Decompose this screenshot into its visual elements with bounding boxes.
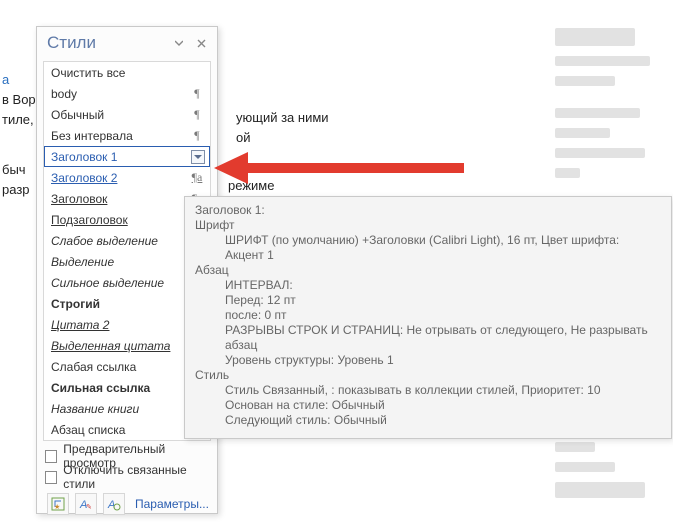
disable-linked-checkbox[interactable]: [45, 471, 57, 484]
disable-linked-checkbox-label: Отключить связанные стили: [63, 463, 211, 491]
styles-panel-footer: Предварительный просмотр Отключить связа…: [37, 443, 217, 521]
background-document-left: а в Вор тиле, быч разр: [0, 70, 40, 200]
new-style-button[interactable]: ★: [47, 493, 69, 515]
tooltip-line: Уровень структуры: Уровень 1: [195, 353, 661, 368]
style-item[interactable]: Обычный¶: [44, 104, 210, 125]
style-item-name: Заголовок: [51, 192, 189, 206]
options-link[interactable]: Параметры...: [131, 497, 209, 511]
style-item-name: body: [51, 87, 189, 101]
svg-text:A: A: [107, 499, 115, 511]
style-item-name: Обычный: [51, 108, 189, 122]
tooltip-line: ШРИФТ (по умолчанию) +Заголовки (Calibri…: [195, 233, 661, 263]
tooltip-line: Шрифт: [195, 218, 661, 233]
style-item-mark: ¶: [189, 86, 205, 101]
style-item-mark: ¶: [189, 128, 205, 143]
background-blur-bottom: [555, 442, 665, 508]
style-item-name: Строгий: [51, 297, 189, 311]
panel-dropdown-icon[interactable]: [171, 35, 187, 51]
style-item[interactable]: Заголовок 2¶a: [44, 167, 210, 188]
style-item-name: Цитата 2: [51, 318, 189, 332]
style-item-name: Выделенная цитата: [51, 339, 189, 353]
panel-close-icon[interactable]: [193, 35, 209, 51]
style-item-name: Заголовок 2: [51, 171, 189, 185]
style-item-name: Сильное выделение: [51, 276, 189, 290]
style-item[interactable]: body¶: [44, 83, 210, 104]
style-inspector-button[interactable]: A✎: [75, 493, 97, 515]
style-item-name: Очистить все: [51, 66, 189, 80]
tooltip-line: Стиль: [195, 368, 661, 383]
tooltip-line: Абзац: [195, 263, 661, 278]
style-item-dropdown-icon[interactable]: [191, 150, 205, 164]
style-item[interactable]: Очистить все: [44, 62, 210, 83]
tooltip-line: Перед: 12 пт: [195, 293, 661, 308]
tooltip-line: после: 0 пт: [195, 308, 661, 323]
style-item-name: Без интервала: [51, 129, 189, 143]
style-item-name: Сильная ссылка: [51, 381, 189, 395]
style-details-tooltip: Заголовок 1:ШрифтШРИФТ (по умолчанию) +З…: [184, 196, 672, 439]
style-item-name: Заголовок 1: [51, 150, 189, 164]
style-item-name: Абзац списка: [51, 423, 189, 437]
tooltip-line: РАЗРЫВЫ СТРОК И СТРАНИЦ: Не отрывать от …: [195, 323, 661, 353]
style-item[interactable]: Без интервала¶: [44, 125, 210, 146]
styles-panel-title: Стили: [47, 33, 165, 53]
tooltip-line: ИНТЕРВАЛ:: [195, 278, 661, 293]
preview-checkbox[interactable]: [45, 450, 57, 463]
styles-panel-header: Стили: [37, 27, 217, 57]
style-item-name: Подзаголовок: [51, 213, 189, 227]
style-item-mark: ¶a: [189, 170, 205, 185]
tooltip-line: Стиль Связанный, : показывать в коллекци…: [195, 383, 661, 398]
style-item-name: Выделение: [51, 255, 189, 269]
tooltip-line: Заголовок 1:: [195, 203, 661, 218]
style-item-mark: ¶: [189, 107, 205, 122]
manage-styles-button[interactable]: A: [103, 493, 125, 515]
background-blur-right: [555, 28, 665, 188]
svg-text:★: ★: [54, 503, 60, 511]
style-item-name: Название книги: [51, 402, 189, 416]
tooltip-line: Следующий стиль: Обычный: [195, 413, 661, 428]
tooltip-line: Основан на стиле: Обычный: [195, 398, 661, 413]
svg-text:✎: ✎: [86, 504, 92, 511]
style-item[interactable]: Заголовок 1: [44, 146, 210, 167]
style-item-name: Слабая ссылка: [51, 360, 189, 374]
style-item-name: Слабое выделение: [51, 234, 189, 248]
